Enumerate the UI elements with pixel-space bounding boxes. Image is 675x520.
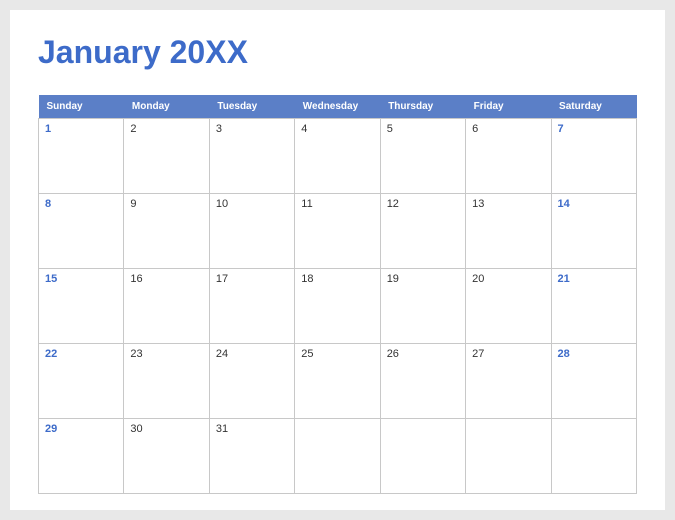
calendar-cell: 6 [466, 119, 551, 194]
calendar-cell: 21 [551, 269, 636, 344]
calendar-cell [295, 419, 380, 494]
calendar-week: 8 9 10 11 12 13 14 [39, 194, 637, 269]
day-header-sunday: Sunday [39, 95, 124, 119]
calendar-cell: 10 [209, 194, 294, 269]
month-title: January 20XX [38, 34, 637, 71]
calendar-cell [551, 419, 636, 494]
calendar-week: 1 2 3 4 5 6 7 [39, 119, 637, 194]
calendar-cell: 31 [209, 419, 294, 494]
day-header-tuesday: Tuesday [209, 95, 294, 119]
calendar-cell: 25 [295, 344, 380, 419]
calendar-cell: 30 [124, 419, 209, 494]
calendar-cell: 22 [39, 344, 124, 419]
calendar-cell: 9 [124, 194, 209, 269]
calendar-cell: 19 [380, 269, 465, 344]
day-header-row: Sunday Monday Tuesday Wednesday Thursday… [39, 95, 637, 119]
calendar-cell: 3 [209, 119, 294, 194]
calendar-cell: 29 [39, 419, 124, 494]
calendar-cell: 18 [295, 269, 380, 344]
calendar-cell: 17 [209, 269, 294, 344]
day-header-thursday: Thursday [380, 95, 465, 119]
calendar-cell: 12 [380, 194, 465, 269]
calendar-cell: 14 [551, 194, 636, 269]
calendar-cell: 2 [124, 119, 209, 194]
calendar-page: January 20XX Sunday Monday Tuesday Wedne… [10, 10, 665, 510]
calendar-cell: 16 [124, 269, 209, 344]
calendar-cell: 13 [466, 194, 551, 269]
calendar-cell: 8 [39, 194, 124, 269]
day-header-saturday: Saturday [551, 95, 636, 119]
calendar-cell: 27 [466, 344, 551, 419]
calendar-cell [380, 419, 465, 494]
day-header-friday: Friday [466, 95, 551, 119]
calendar-cell: 23 [124, 344, 209, 419]
day-header-wednesday: Wednesday [295, 95, 380, 119]
calendar-week: 15 16 17 18 19 20 21 [39, 269, 637, 344]
calendar-cell: 11 [295, 194, 380, 269]
calendar-cell: 1 [39, 119, 124, 194]
calendar-week: 29 30 31 [39, 419, 637, 494]
calendar-table: Sunday Monday Tuesday Wednesday Thursday… [38, 95, 637, 494]
calendar-cell: 20 [466, 269, 551, 344]
day-header-monday: Monday [124, 95, 209, 119]
calendar-week: 22 23 24 25 26 27 28 [39, 344, 637, 419]
calendar-cell: 28 [551, 344, 636, 419]
calendar-cell: 15 [39, 269, 124, 344]
calendar-cell: 26 [380, 344, 465, 419]
calendar-cell: 24 [209, 344, 294, 419]
calendar-cell: 4 [295, 119, 380, 194]
calendar-cell: 7 [551, 119, 636, 194]
calendar-cell: 5 [380, 119, 465, 194]
calendar-cell [466, 419, 551, 494]
calendar-body: 1 2 3 4 5 6 7 8 9 10 11 12 13 14 15 16 1… [39, 119, 637, 494]
